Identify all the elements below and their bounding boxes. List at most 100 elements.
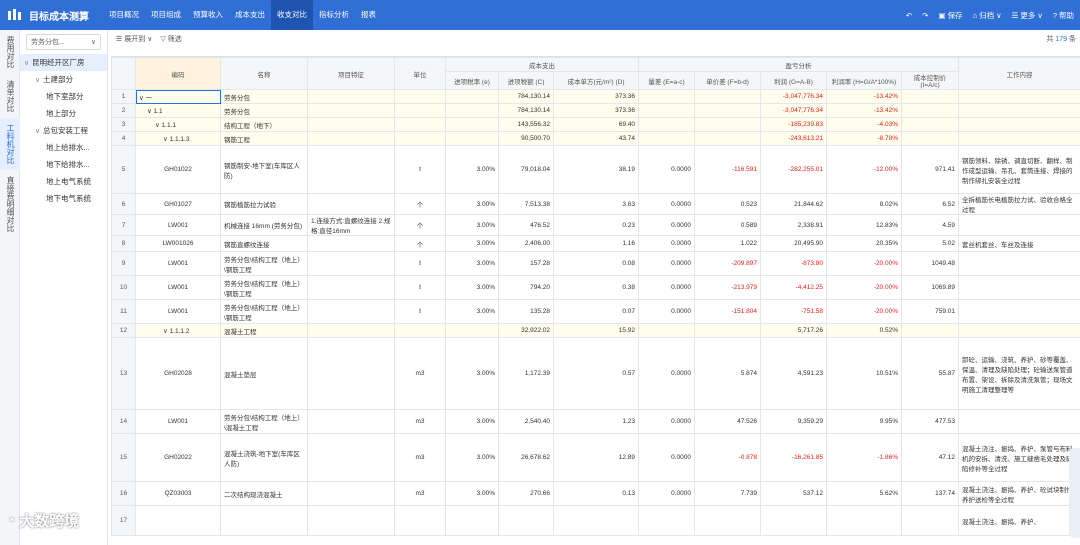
- cell-tax-rate[interactable]: 3.00%: [445, 299, 499, 324]
- cell-profit[interactable]: 21,844.62: [760, 193, 827, 215]
- cell-tax-rate[interactable]: 3.00%: [445, 275, 499, 300]
- cell-name[interactable]: 机械连接 16mm (劳务分包): [220, 214, 308, 236]
- cell-work-content[interactable]: [958, 251, 1080, 276]
- cell-qty-diff[interactable]: [638, 131, 695, 146]
- cell-qty-diff[interactable]: [638, 505, 695, 536]
- cell-control-price[interactable]: 759.01: [900, 299, 960, 324]
- cell-price-diff[interactable]: 47.526: [694, 409, 761, 434]
- expand-to-button[interactable]: ☰ 展开到 ∨: [116, 34, 152, 44]
- cell-work-content[interactable]: 全拆植筋长电植筋拉力试、验收合格全过程: [958, 193, 1080, 215]
- side-float-toolbar[interactable]: [1069, 448, 1080, 538]
- help-button[interactable]: ? 帮助: [1053, 10, 1074, 21]
- table-row[interactable]: 3 ∨ 1.1.1 结构工程（地下） 143,556.32 69.40 -185,239.…: [111, 117, 1080, 132]
- cell-profit[interactable]: -282,255.01: [760, 145, 827, 194]
- cell-price-diff[interactable]: -213.979: [694, 275, 761, 300]
- cell-feature[interactable]: [307, 117, 395, 132]
- cell-code[interactable]: ∨ 1.1.1: [135, 117, 221, 132]
- cell-tax-amount[interactable]: 157.28: [498, 251, 554, 276]
- cell-unit-cost[interactable]: 0.07: [553, 299, 639, 324]
- cell-profit[interactable]: -4,412.25: [760, 275, 827, 300]
- cell-tax-amount[interactable]: 476.52: [498, 214, 554, 236]
- vertical-tab[interactable]: 直接费明细对比: [0, 170, 20, 238]
- cell-tax-amount[interactable]: 784,130.14: [498, 89, 554, 104]
- cell-code[interactable]: ∨ 一: [135, 89, 221, 104]
- cell-unit[interactable]: m3: [394, 409, 446, 434]
- cell-profit[interactable]: -3,047,776.34: [760, 89, 827, 104]
- table-row[interactable]: 4 ∨ 1.1.1.3 钢筋工程 90,500.70 43.74 -243,613.21-…: [111, 131, 1080, 146]
- cell-tax-amount[interactable]: 794.20: [498, 275, 554, 300]
- cell-qty-diff[interactable]: 0.0000: [638, 481, 695, 506]
- cell-control-price[interactable]: 1049.48: [900, 251, 960, 276]
- cell-control-price[interactable]: [900, 505, 960, 536]
- table-row[interactable]: 2 ∨ 1.1 劳务分包 784,130.14 373.36 -3,047,776.34-…: [111, 103, 1080, 118]
- cell-unit-cost[interactable]: 373.36: [553, 103, 639, 118]
- cell-feature[interactable]: [307, 89, 395, 104]
- cell-tax-rate[interactable]: 3.00%: [445, 193, 499, 215]
- cell-profit[interactable]: -3,047,776.34: [760, 103, 827, 118]
- cell-tax-rate[interactable]: 3.00%: [445, 214, 499, 236]
- archive-button[interactable]: ⌂ 归档 ∨: [973, 10, 1002, 21]
- table-row[interactable]: 11 LW001 劳务分包\结构工程（地上）\钢筋工程 t 3.00% 135.28 0.0…: [111, 299, 1080, 324]
- cell-code[interactable]: LW001: [135, 214, 221, 236]
- vertical-tab[interactable]: 清单对比: [0, 74, 20, 118]
- cell-control-price[interactable]: 5.02: [900, 235, 960, 252]
- cell-unit-cost[interactable]: 1.16: [553, 235, 639, 252]
- cell-profit-rate[interactable]: 9.95%: [826, 409, 902, 434]
- cell-work-content[interactable]: [958, 323, 1080, 338]
- cell-tax-amount[interactable]: 2,406.00: [498, 235, 554, 252]
- cell-profit[interactable]: 9,359.29: [760, 409, 827, 434]
- cell-name[interactable]: 钢筋直螺纹连接: [220, 235, 308, 252]
- cell-control-price[interactable]: 47.12: [900, 433, 960, 482]
- nav-tab[interactable]: 预算收入: [187, 0, 229, 30]
- cell-name[interactable]: 劳务分包\结构工程（地上）\混凝土工程: [220, 409, 308, 434]
- cell-unit[interactable]: t: [394, 299, 446, 324]
- table-row[interactable]: 14 LW001 劳务分包\结构工程（地上）\混凝土工程 m3 3.00% 2,540.4…: [111, 409, 1080, 434]
- cell-work-content[interactable]: 混凝土浇注、振捣、养护、泵管与布料机的安拆、清洗、施工缝凿毛处理及缺陷修补等全过…: [958, 433, 1080, 482]
- cell-profit[interactable]: 20,495.90: [760, 235, 827, 252]
- cell-tax-amount[interactable]: 270.66: [498, 481, 554, 506]
- tree-node[interactable]: 地下给排水...: [20, 156, 107, 173]
- cell-name[interactable]: 劳务分包: [220, 103, 308, 118]
- cell-price-diff[interactable]: 0.523: [694, 193, 761, 215]
- cell-profit[interactable]: -243,613.21: [760, 131, 827, 146]
- cell-tax-amount[interactable]: 7,513.38: [498, 193, 554, 215]
- cell-feature[interactable]: [307, 299, 395, 324]
- cell-qty-diff[interactable]: 0.0000: [638, 337, 695, 410]
- tree-node[interactable]: 地上部分: [20, 105, 107, 122]
- cell-qty-diff[interactable]: 0.0000: [638, 409, 695, 434]
- cell-feature[interactable]: [307, 481, 395, 506]
- cell-feature[interactable]: [307, 409, 395, 434]
- cell-name[interactable]: 混凝土工程: [220, 323, 308, 338]
- cell-profit[interactable]: 2,338.91: [760, 214, 827, 236]
- cell-tax-amount[interactable]: 79,018.04: [498, 145, 554, 194]
- cell-control-price[interactable]: [900, 89, 960, 104]
- cell-tax-rate[interactable]: [445, 505, 499, 536]
- cell-unit[interactable]: t: [394, 275, 446, 300]
- cell-profit-rate[interactable]: 8.02%: [826, 193, 902, 215]
- nav-tab[interactable]: 成本支出: [229, 0, 271, 30]
- cell-tax-rate[interactable]: 3.00%: [445, 235, 499, 252]
- cell-profit-rate[interactable]: 10.51%: [826, 337, 902, 410]
- cell-price-diff[interactable]: [694, 131, 761, 146]
- cell-tax-rate[interactable]: 3.00%: [445, 145, 499, 194]
- cell-name[interactable]: [220, 505, 308, 536]
- cell-profit-rate[interactable]: -13.42%: [826, 103, 902, 118]
- cell-qty-diff[interactable]: [638, 117, 695, 132]
- table-row[interactable]: 1 ∨ 一劳务分包 784,130.14 373.36 -3,047,776.34 -13…: [111, 89, 1080, 104]
- cell-qty-diff[interactable]: 0.0000: [638, 433, 695, 482]
- cell-code[interactable]: [135, 505, 221, 536]
- cell-code[interactable]: GH01022: [135, 145, 221, 194]
- undo-button[interactable]: ↶: [906, 11, 912, 20]
- cell-unit[interactable]: [394, 89, 446, 104]
- cell-control-price[interactable]: 137.74: [900, 481, 960, 506]
- table-row[interactable]: 13 GH02028 混凝土垫层 m3 3.00% 1,172.39 0.57 0.0000 5…: [111, 337, 1080, 410]
- cell-code[interactable]: GH02022: [135, 433, 221, 482]
- tree-node[interactable]: 地上给排水...: [20, 139, 107, 156]
- vertical-tab[interactable]: 费用对比: [0, 30, 20, 74]
- cell-unit-cost[interactable]: 43.74: [553, 131, 639, 146]
- cell-work-content[interactable]: [958, 89, 1080, 104]
- cell-tax-amount[interactable]: 784,130.14: [498, 103, 554, 118]
- cell-feature[interactable]: [307, 131, 395, 146]
- cell-unit[interactable]: m3: [394, 337, 446, 410]
- cell-unit-cost[interactable]: 0.23: [553, 214, 639, 236]
